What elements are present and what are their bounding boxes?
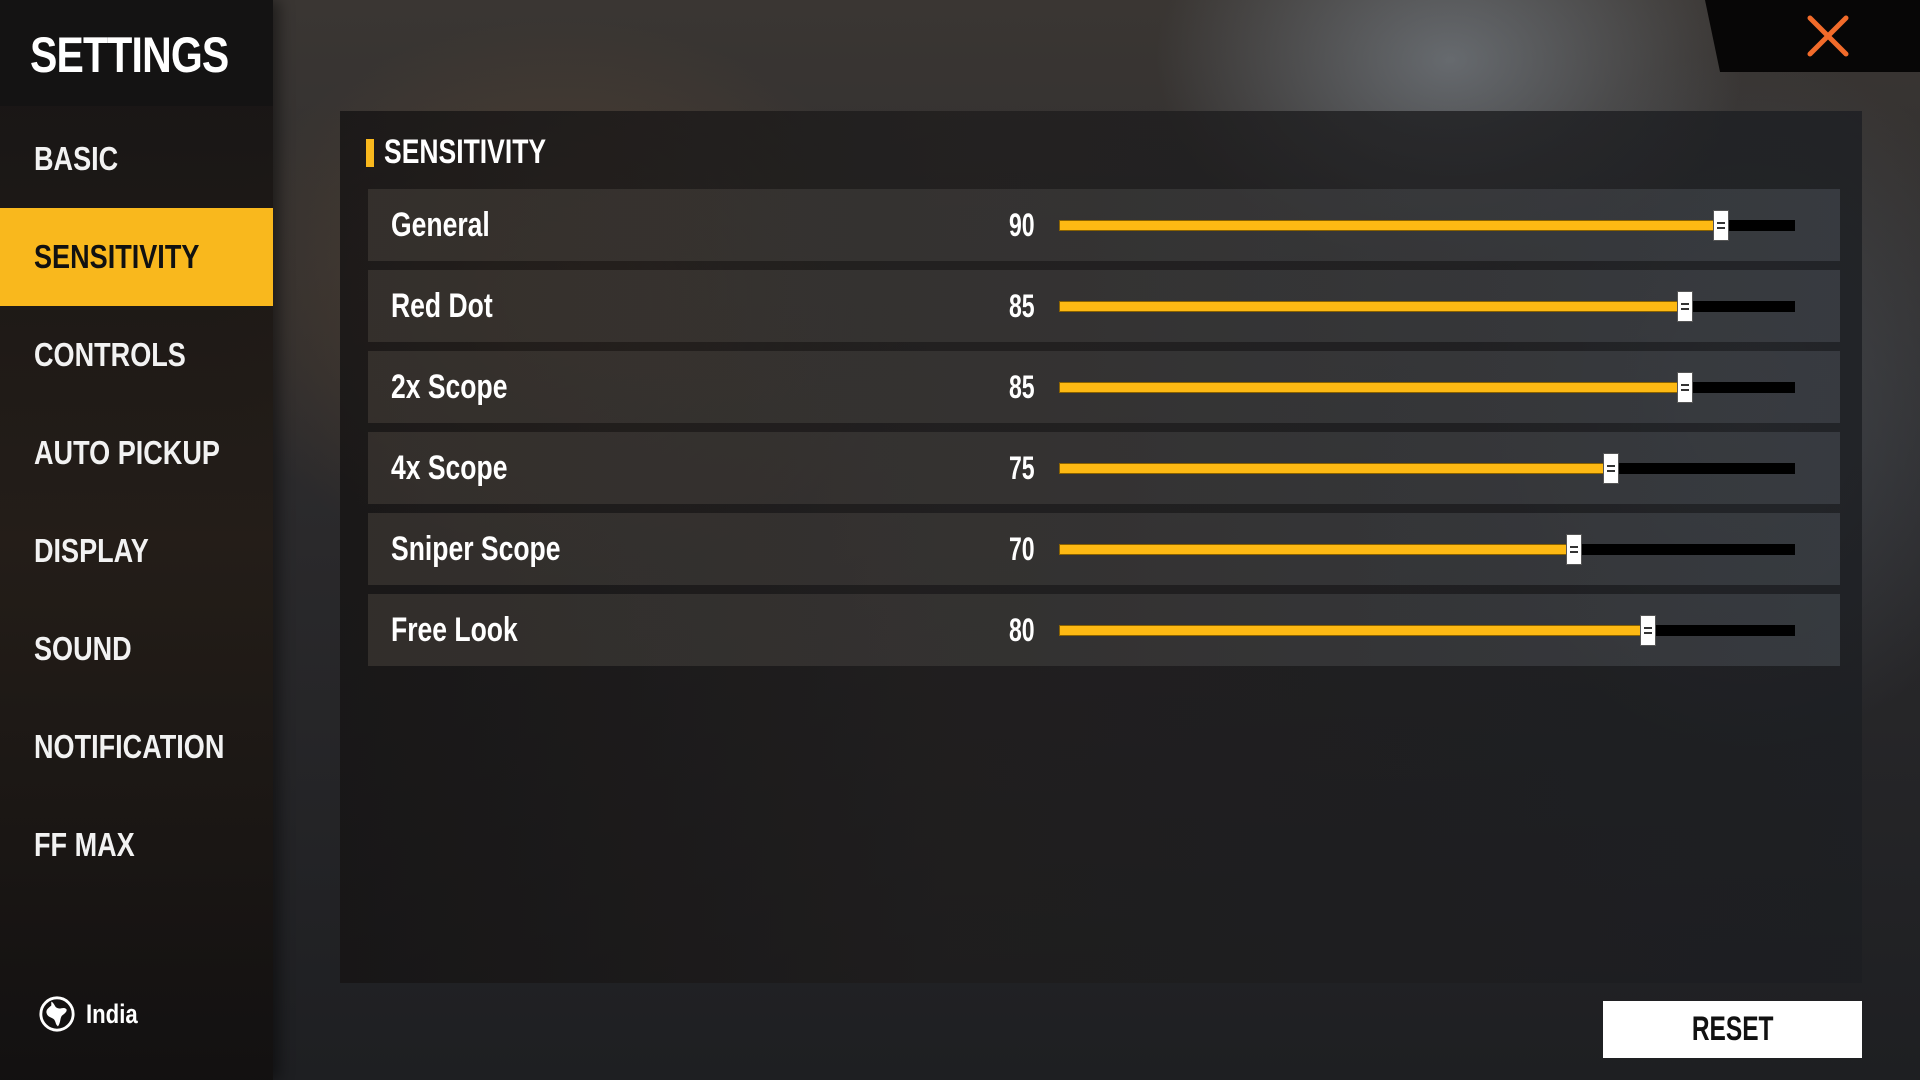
sidebar-item-label: DISPLAY <box>34 532 149 569</box>
sidebar-item-sound[interactable]: SOUND <box>0 600 273 698</box>
slider-thumb[interactable] <box>1676 291 1693 322</box>
sidebar-item-label: FF MAX <box>34 826 135 863</box>
slider-track[interactable] <box>1059 534 1795 565</box>
sidebar-header: SETTINGS <box>0 0 273 106</box>
sidebar-item-basic[interactable]: BASIC <box>0 110 273 208</box>
page-title: SETTINGS <box>30 27 229 83</box>
slider-track[interactable] <box>1059 453 1795 484</box>
slider-label: General <box>391 206 490 244</box>
section-title: SENSITIVITY <box>384 133 547 171</box>
slider-label: 4x Scope <box>391 449 508 487</box>
slider-row-free-look: Free Look 80 <box>368 594 1840 666</box>
reset-button-label: RESET <box>1691 1010 1774 1048</box>
reset-button[interactable]: RESET <box>1603 1001 1862 1058</box>
slider-track[interactable] <box>1059 372 1795 403</box>
region-selector[interactable]: India <box>38 995 149 1033</box>
slider-fill <box>1059 301 1685 312</box>
slider-row-4x-scope: 4x Scope 75 <box>368 432 1840 504</box>
sidebar-item-label: CONTROLS <box>34 336 186 373</box>
slider-label: Sniper Scope <box>391 530 561 568</box>
sidebar-item-notification[interactable]: NOTIFICATION <box>0 698 273 796</box>
globe-icon <box>39 996 75 1032</box>
slider-value: 80 <box>1009 612 1035 648</box>
slider-row-red-dot: Red Dot 85 <box>368 270 1840 342</box>
slider-label: Red Dot <box>391 287 493 325</box>
sidebar-item-label: NOTIFICATION <box>34 728 225 765</box>
slider-value: 75 <box>1009 450 1035 486</box>
sidebar-item-display[interactable]: DISPLAY <box>0 502 273 600</box>
slider-track[interactable] <box>1059 615 1795 646</box>
sidebar: SETTINGS BASIC SENSITIVITY CONTROLS AUTO… <box>0 0 273 1080</box>
sidebar-item-label: BASIC <box>34 140 119 177</box>
slider-track[interactable] <box>1059 291 1795 322</box>
sidebar-item-label: SOUND <box>34 630 132 667</box>
slider-thumb[interactable] <box>1713 210 1730 241</box>
slider-label: Free Look <box>391 611 518 649</box>
close-button[interactable] <box>1705 0 1920 72</box>
slider-fill <box>1059 220 1722 231</box>
slider-fill <box>1059 382 1685 393</box>
slider-row-general: General 90 <box>368 189 1840 261</box>
slider-fill <box>1059 463 1611 474</box>
slider-value: 85 <box>1009 288 1035 324</box>
slider-thumb[interactable] <box>1676 372 1693 403</box>
region-label: India <box>86 998 138 1029</box>
slider-fill <box>1059 544 1575 555</box>
section-header: SENSITIVITY <box>366 133 592 172</box>
slider-track[interactable] <box>1059 210 1795 241</box>
sidebar-item-ff-max[interactable]: FF MAX <box>0 796 273 894</box>
slider-value: 70 <box>1009 531 1035 567</box>
slider-list: General 90 Red Dot 85 2x Scope 85 4x Sco… <box>368 189 1840 675</box>
sensitivity-panel: SENSITIVITY General 90 Red Dot 85 2x Sco… <box>340 111 1862 983</box>
slider-row-2x-scope: 2x Scope 85 <box>368 351 1840 423</box>
slider-thumb[interactable] <box>1639 615 1656 646</box>
slider-thumb[interactable] <box>1603 453 1619 484</box>
sidebar-item-controls[interactable]: CONTROLS <box>0 306 273 404</box>
sidebar-item-label: AUTO PICKUP <box>34 434 220 471</box>
sidebar-nav: BASIC SENSITIVITY CONTROLS AUTO PICKUP D… <box>0 110 273 894</box>
slider-label: 2x Scope <box>391 368 508 406</box>
close-icon <box>1807 15 1848 57</box>
slider-row-sniper-scope: Sniper Scope 70 <box>368 513 1840 585</box>
slider-thumb[interactable] <box>1566 534 1583 565</box>
slider-value: 85 <box>1009 369 1035 405</box>
sidebar-item-sensitivity[interactable]: SENSITIVITY <box>0 208 273 306</box>
slider-value: 90 <box>1009 207 1035 243</box>
sidebar-item-label: SENSITIVITY <box>34 238 200 275</box>
slider-fill <box>1059 625 1648 636</box>
sidebar-item-auto-pickup[interactable]: AUTO PICKUP <box>0 404 273 502</box>
section-accent-bar <box>366 138 374 167</box>
